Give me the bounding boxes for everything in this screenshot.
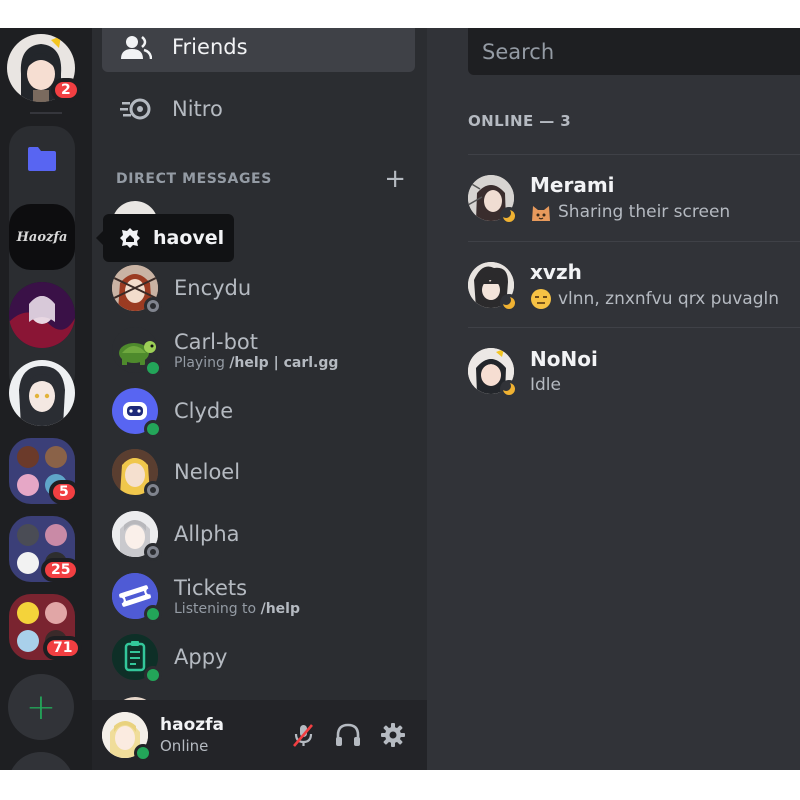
friend-row-xvzh[interactable]: xvzh vlnn, znxnfvu qrx puvagln — [468, 241, 800, 327]
dm-section-header: DIRECT MESSAGES + — [116, 166, 406, 192]
rail-separator — [30, 112, 62, 114]
friend-avatar — [468, 261, 518, 312]
status-idle-indicator — [500, 206, 518, 225]
folder-icon — [28, 147, 56, 171]
server-folder-3-badge: 71 — [43, 636, 83, 660]
server-haovel-art: Haozfa — [16, 229, 68, 245]
add-server-button[interactable]: + — [8, 674, 74, 740]
community-server-icon — [120, 228, 140, 248]
search-placeholder: Search — [482, 39, 555, 64]
dm-avatar — [112, 573, 162, 623]
status-offline-indicator — [144, 543, 162, 561]
dm-section-title: DIRECT MESSAGES — [116, 171, 272, 187]
discord-window: 2 Haozfa 5 25 71 + Friends Nitro DIRECT … — [0, 28, 800, 770]
dm-item-allpha[interactable]: Allpha — [112, 506, 412, 562]
headphones-icon — [336, 723, 360, 746]
friend-name: NoNoi — [530, 346, 598, 371]
folder-button[interactable] — [9, 126, 75, 192]
server-tooltip: haovel — [96, 214, 234, 262]
dm-avatar — [112, 449, 162, 499]
dm-name: Carl-bot — [174, 329, 258, 354]
status-idle-indicator — [500, 293, 518, 312]
dm-sidebar: Friends Nitro DIRECT MESSAGES + Encydu C… — [92, 28, 427, 770]
cat-face-icon — [532, 205, 550, 221]
dm-avatar — [112, 388, 162, 438]
dm-item-carl-bot[interactable]: Carl-bot Playing /help | carl.gg — [112, 322, 412, 378]
friend-avatar — [468, 347, 518, 398]
microphone-muted-icon — [293, 724, 313, 747]
nav-friends[interactable]: Friends — [102, 28, 415, 72]
server-haovel-icon: Haozfa — [9, 204, 75, 270]
dm-item-clyde[interactable]: Clyde — [112, 383, 412, 439]
explore-servers-button[interactable] — [8, 752, 74, 770]
create-dm-button[interactable]: + — [384, 166, 406, 192]
mute-button[interactable] — [288, 720, 318, 750]
nav-friends-label: Friends — [172, 35, 248, 59]
nav-nitro-label: Nitro — [172, 97, 223, 121]
tooltip-label: haovel — [153, 227, 225, 249]
server-folder-3[interactable]: 71 — [9, 594, 83, 660]
status-idle-indicator — [500, 379, 518, 398]
friend-row-nonoi[interactable]: NoNoi Idle — [468, 327, 800, 413]
friend-name: xvzh — [530, 259, 582, 284]
dm-activity: Playing /help | carl.gg — [174, 354, 339, 371]
user-name: haozfa — [160, 715, 225, 735]
server-folder-2[interactable]: 25 — [9, 516, 81, 582]
unamused-face-icon — [531, 288, 551, 309]
friends-main-panel: Search ONLINE — 3 Merami Sharing their s… — [427, 28, 800, 770]
server-icon-2-image — [9, 282, 75, 348]
dm-avatar — [112, 634, 162, 684]
friend-activity: vlnn, znxnfvu qrx puvagln — [530, 288, 779, 310]
server-rail: 2 Haozfa 5 25 71 + — [0, 28, 92, 770]
nitro-icon — [120, 98, 151, 120]
server-icon-3[interactable] — [9, 360, 75, 426]
friends-icon — [121, 36, 152, 60]
dm-avatar — [112, 327, 162, 377]
status-offline-indicator — [144, 481, 162, 499]
user-panel: haozfa Online — [92, 700, 427, 770]
status-online-indicator — [144, 666, 162, 684]
dm-name: Encydu — [174, 276, 252, 300]
status-offline-indicator — [144, 297, 162, 315]
status-online-indicator — [144, 359, 162, 377]
friend-avatar — [468, 174, 518, 225]
server-haovel[interactable]: Haozfa — [9, 204, 75, 270]
server-icon-3-image — [9, 360, 75, 426]
user-avatar[interactable] — [102, 712, 152, 762]
plus-icon: + — [25, 686, 57, 728]
dm-activity: Listening to /help — [174, 600, 300, 617]
search-input[interactable]: Search — [468, 28, 800, 75]
dm-name: Clyde — [174, 399, 234, 423]
dm-avatar — [112, 265, 162, 315]
server-folder-2-badge: 25 — [41, 558, 81, 582]
online-count-header: ONLINE — 3 — [468, 112, 572, 130]
dm-name: Allpha — [174, 522, 240, 546]
status-online-indicator — [144, 605, 162, 623]
friend-activity: Sharing their screen — [530, 201, 730, 223]
deafen-button[interactable] — [333, 720, 363, 750]
friend-row-merami[interactable]: Merami Sharing their screen — [468, 154, 800, 240]
home-avatar-button[interactable]: 2 — [7, 34, 81, 102]
server-folder-1[interactable]: 5 — [9, 438, 79, 504]
dm-item-neloel[interactable]: Neloel — [112, 444, 412, 500]
friend-name: Merami — [530, 172, 615, 197]
friend-activity: Idle — [530, 374, 561, 395]
status-online-indicator — [134, 744, 152, 762]
dm-name: Appy — [174, 645, 228, 669]
user-info[interactable]: haozfa Online — [160, 715, 224, 755]
server-icon-2[interactable] — [9, 282, 75, 348]
gear-icon — [381, 723, 405, 747]
home-unread-badge: 2 — [51, 78, 81, 102]
dm-item-tickets[interactable]: Tickets Listening to /help — [112, 568, 412, 624]
dm-name: Tickets — [174, 575, 248, 600]
dm-avatar — [112, 511, 162, 561]
server-folder-1-badge: 5 — [49, 480, 79, 504]
user-status: Online — [160, 737, 209, 755]
nav-nitro[interactable]: Nitro — [102, 84, 415, 134]
dm-name: Neloel — [174, 460, 241, 484]
dm-item-encydu[interactable]: Encydu — [112, 260, 412, 316]
dm-item-appy[interactable]: Appy — [112, 629, 412, 685]
status-online-indicator — [144, 420, 162, 438]
settings-button[interactable] — [378, 720, 408, 750]
